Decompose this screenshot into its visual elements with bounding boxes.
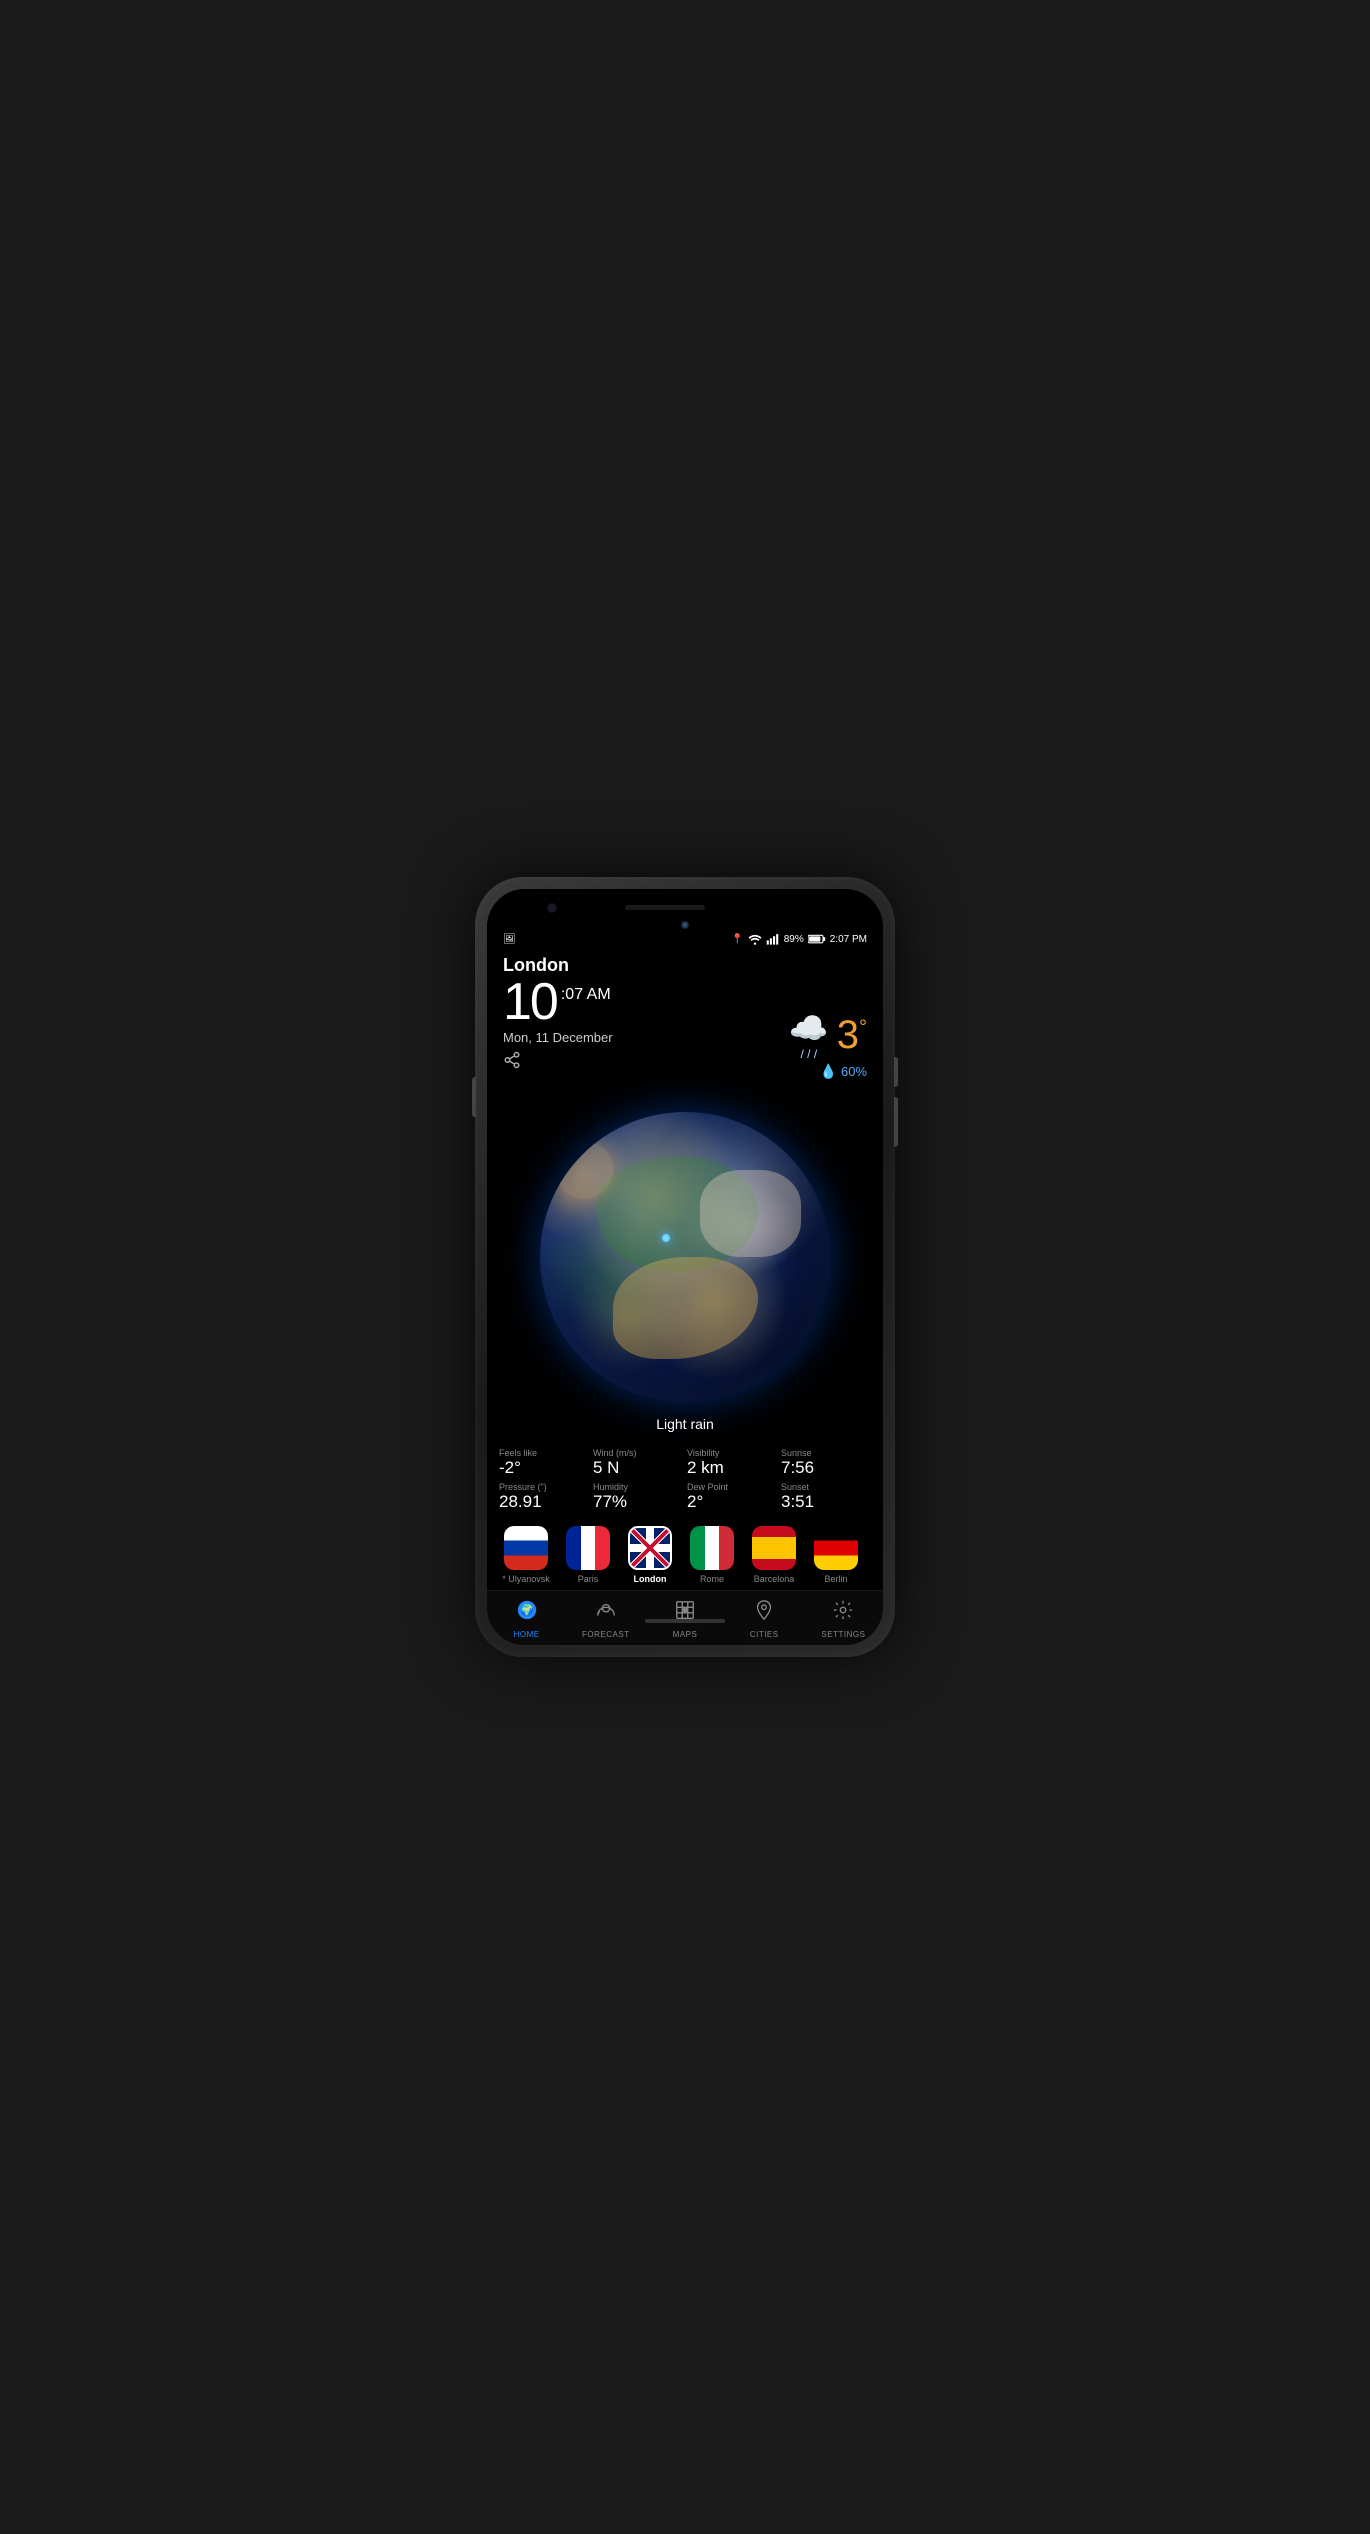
- status-bar: 🖼 📍 89%: [487, 927, 883, 951]
- wind-label: Wind (m/s): [593, 1448, 683, 1458]
- battery-icon: [808, 934, 826, 944]
- location-dot: [662, 1234, 670, 1242]
- dew-point-stat: Dew Point 2°: [687, 1482, 777, 1512]
- notification-icon: 🖼: [503, 934, 516, 945]
- humidity-stat-label: Humidity: [593, 1482, 683, 1492]
- city-item-berlin[interactable]: Berlin: [809, 1526, 863, 1584]
- humidity-stat-value: 77%: [593, 1492, 683, 1512]
- globe-container: Light rain: [487, 1074, 883, 1440]
- sunrise-value: 7:56: [781, 1458, 871, 1478]
- home-indicator: [645, 1619, 725, 1623]
- city-name: London: [503, 955, 867, 976]
- power-button[interactable]: [472, 1077, 476, 1117]
- sunset-value: 3:51: [781, 1492, 871, 1512]
- front-camera: [681, 921, 689, 929]
- nav-home-label: HOME: [514, 1630, 540, 1639]
- nav-settings-label: SETTINGS: [821, 1630, 865, 1639]
- feels-like-stat: Feels like -2°: [499, 1448, 589, 1478]
- city-selector: * Ulyanovsk Paris London: [487, 1520, 883, 1590]
- feels-like-value: -2°: [499, 1458, 589, 1478]
- cloud-temp-row: ☁️ / / / 3°: [789, 1009, 867, 1061]
- nav-forecast[interactable]: FORECAST: [566, 1591, 645, 1645]
- city-item-barcelona[interactable]: Barcelona: [747, 1526, 801, 1584]
- signal-icon: [766, 933, 780, 945]
- time-hour: 10: [503, 976, 557, 1028]
- status-bar-right: 📍 89%: [731, 933, 867, 945]
- temperature-display: 3°: [837, 1015, 867, 1055]
- pressure-stat: Pressure (") 28.91: [499, 1482, 589, 1512]
- earpiece: [625, 905, 705, 910]
- volume-down-button[interactable]: [894, 1097, 898, 1147]
- weather-stats-grid: Feels like -2° Wind (m/s) 5 N Visibility…: [487, 1440, 883, 1520]
- pressure-value: 28.91: [499, 1492, 589, 1512]
- flag-italy: [690, 1526, 734, 1570]
- city-label-london: London: [634, 1574, 667, 1584]
- city-label-ulyanovsk: * Ulyanovsk: [502, 1574, 550, 1584]
- visibility-stat: Visibility 2 km: [687, 1448, 777, 1478]
- pressure-label: Pressure ("): [499, 1482, 589, 1492]
- weather-condition: Light rain: [656, 1416, 714, 1432]
- sunset-label: Sunset: [781, 1482, 871, 1492]
- forecast-icon: [595, 1599, 617, 1627]
- bottom-nav: 🌍 HOME FORECAST: [487, 1590, 883, 1645]
- volume-up-button[interactable]: [894, 1057, 898, 1087]
- nav-maps-label: MAPS: [673, 1630, 698, 1639]
- phone-device: 🖼 📍 89%: [475, 877, 895, 1657]
- globe-atmosphere: [540, 1112, 830, 1402]
- city-label-paris: Paris: [578, 1574, 599, 1584]
- flag-spain: [752, 1526, 796, 1570]
- nav-cities-label: CITIES: [750, 1630, 779, 1639]
- phone-screen: 🖼 📍 89%: [487, 889, 883, 1645]
- sunrise-stat: Sunrise 7:56: [781, 1448, 871, 1478]
- time-minute-ampm: :07 AM: [561, 986, 611, 1004]
- city-item-london[interactable]: London: [623, 1526, 677, 1584]
- nav-cities[interactable]: CITIES: [725, 1591, 804, 1645]
- nav-home[interactable]: 🌍 HOME: [487, 1591, 566, 1645]
- dew-point-value: 2°: [687, 1492, 777, 1512]
- clock-time: 2:07 PM: [830, 934, 867, 945]
- camera-lens: [547, 903, 557, 913]
- wind-value: 5 N: [593, 1458, 683, 1478]
- city-label-berlin: Berlin: [824, 1574, 847, 1584]
- wind-stat: Wind (m/s) 5 N: [593, 1448, 683, 1478]
- settings-icon: [832, 1599, 854, 1627]
- feels-like-label: Feels like: [499, 1448, 589, 1458]
- location-icon: 📍: [731, 934, 743, 945]
- city-item-rome[interactable]: Rome: [685, 1526, 739, 1584]
- sunset-stat: Sunset 3:51: [781, 1482, 871, 1512]
- status-bar-notifications: 🖼: [503, 934, 516, 945]
- svg-text:🌍: 🌍: [520, 1604, 534, 1617]
- sunrise-label: Sunrise: [781, 1448, 871, 1458]
- city-label-barcelona: Barcelona: [754, 1574, 795, 1584]
- weather-cloud-icon: ☁️ / / /: [789, 1009, 829, 1061]
- flag-germany: [814, 1526, 858, 1570]
- wifi-icon: [748, 933, 762, 945]
- home-icon: 🌍: [516, 1599, 538, 1627]
- nav-settings[interactable]: SETTINGS: [804, 1591, 883, 1645]
- cities-icon: [753, 1599, 775, 1627]
- weather-header: London 10 :07 AM Mon, 11 December: [487, 951, 883, 1074]
- weather-widget: ☁️ / / / 3° 💧 60%: [789, 1009, 867, 1080]
- visibility-value: 2 km: [687, 1458, 777, 1478]
- visibility-label: Visibility: [687, 1448, 777, 1458]
- dew-point-label: Dew Point: [687, 1482, 777, 1492]
- earth-globe[interactable]: [540, 1112, 830, 1402]
- city-item-ulyanovsk[interactable]: * Ulyanovsk: [499, 1526, 553, 1584]
- app-screen: 🖼 📍 89%: [487, 889, 883, 1645]
- flag-france: [566, 1526, 610, 1570]
- flag-russia: [504, 1526, 548, 1570]
- city-item-paris[interactable]: Paris: [561, 1526, 615, 1584]
- nav-maps[interactable]: MAPS: [645, 1591, 724, 1645]
- city-label-rome: Rome: [700, 1574, 724, 1584]
- battery-percent: 89%: [784, 934, 804, 945]
- flag-uk: [628, 1526, 672, 1570]
- humidity-stat: Humidity 77%: [593, 1482, 683, 1512]
- nav-forecast-label: FORECAST: [582, 1630, 630, 1639]
